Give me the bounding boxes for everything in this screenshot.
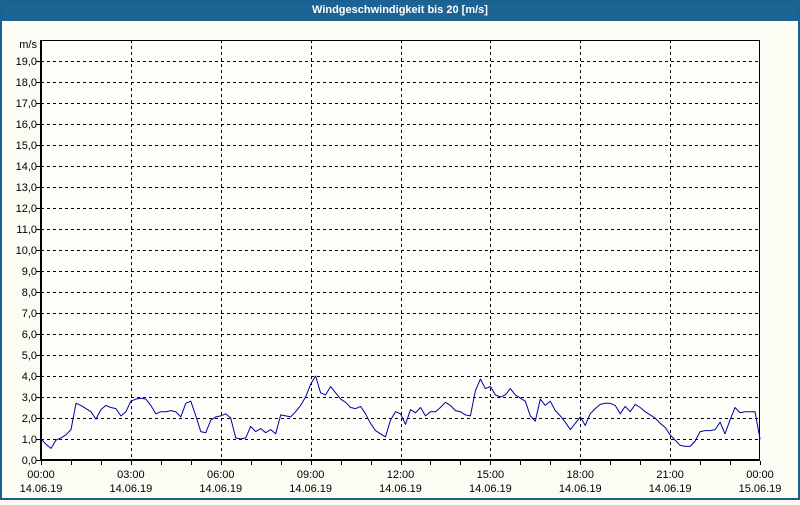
y-axis-tick-label: 5,0	[22, 350, 37, 362]
y-axis-tick-label: 4,0	[22, 371, 37, 383]
y-axis-tick-label: 19,0	[16, 56, 37, 68]
y-axis-tick-label: 10,0	[16, 245, 37, 257]
y-axis-tick-label: 11,0	[16, 224, 37, 236]
y-axis-unit-label: m/s	[19, 39, 37, 51]
x-axis-time-label: 06:00	[207, 469, 235, 481]
x-axis-time-label: 15:00	[477, 469, 505, 481]
y-axis-tick-label: 12,0	[16, 203, 37, 215]
y-axis-tick-label: 18,0	[16, 77, 37, 89]
x-axis-time-label: 09:00	[297, 469, 325, 481]
chart-title-bar: Windgeschwindigkeit bis 20 [m/s]	[0, 0, 800, 21]
x-axis-time-label: 03:00	[117, 469, 145, 481]
x-axis-date-label: 15.06.19	[739, 483, 782, 495]
y-axis-tick-label: 17,0	[16, 98, 37, 110]
y-axis-tick-label: 0,0	[22, 455, 37, 467]
x-axis-time-label: 00:00	[27, 469, 55, 481]
x-axis-date-label: 14.06.19	[649, 483, 692, 495]
wind-speed-chart: m/s 0,0 1,0 2,0 3,0 4,0 5,0 6,0 7,0 8,0 9,0 10,0 11,…	[0, 0, 800, 500]
y-axis-tick-label: 7,0	[22, 308, 37, 320]
chart-title: Windgeschwindigkeit bis 20 [m/s]	[312, 4, 488, 16]
x-axis-date-label: 14.06.19	[20, 483, 63, 495]
x-axis-time-label: 21:00	[656, 469, 684, 481]
x-axis-date-label: 14.06.19	[109, 483, 152, 495]
x-axis-date-label: 14.06.19	[379, 483, 422, 495]
y-axis-tick-label: 16,0	[16, 119, 37, 131]
x-axis-date-label: 14.06.19	[559, 483, 602, 495]
wind-speed-plot: m/s 0,0 1,0 2,0 3,0 4,0 5,0 6,0 7,0 8,0 9,0 10,0 11,…	[16, 39, 782, 495]
x-axis-time-label: 18:00	[566, 469, 594, 481]
x-axis-time-label: 12:00	[387, 469, 415, 481]
x-axis-date-label: 14.06.19	[199, 483, 242, 495]
y-axis-tick-label: 15,0	[16, 140, 37, 152]
x-axis-time-label: 00:00	[746, 469, 774, 481]
y-axis-tick-label: 1,0	[22, 434, 37, 446]
y-axis-tick-label: 3,0	[22, 392, 37, 404]
y-axis-tick-label: 13,0	[16, 182, 37, 194]
y-axis-tick-label: 2,0	[22, 413, 37, 425]
y-axis-tick-label: 14,0	[16, 161, 37, 173]
x-axis-date-label: 14.06.19	[289, 483, 332, 495]
plot-background	[41, 40, 760, 460]
y-axis-tick-label: 6,0	[22, 329, 37, 341]
y-axis-tick-label: 8,0	[22, 287, 37, 299]
x-axis-date-label: 14.06.19	[469, 483, 512, 495]
y-axis-tick-label: 9,0	[22, 266, 37, 278]
